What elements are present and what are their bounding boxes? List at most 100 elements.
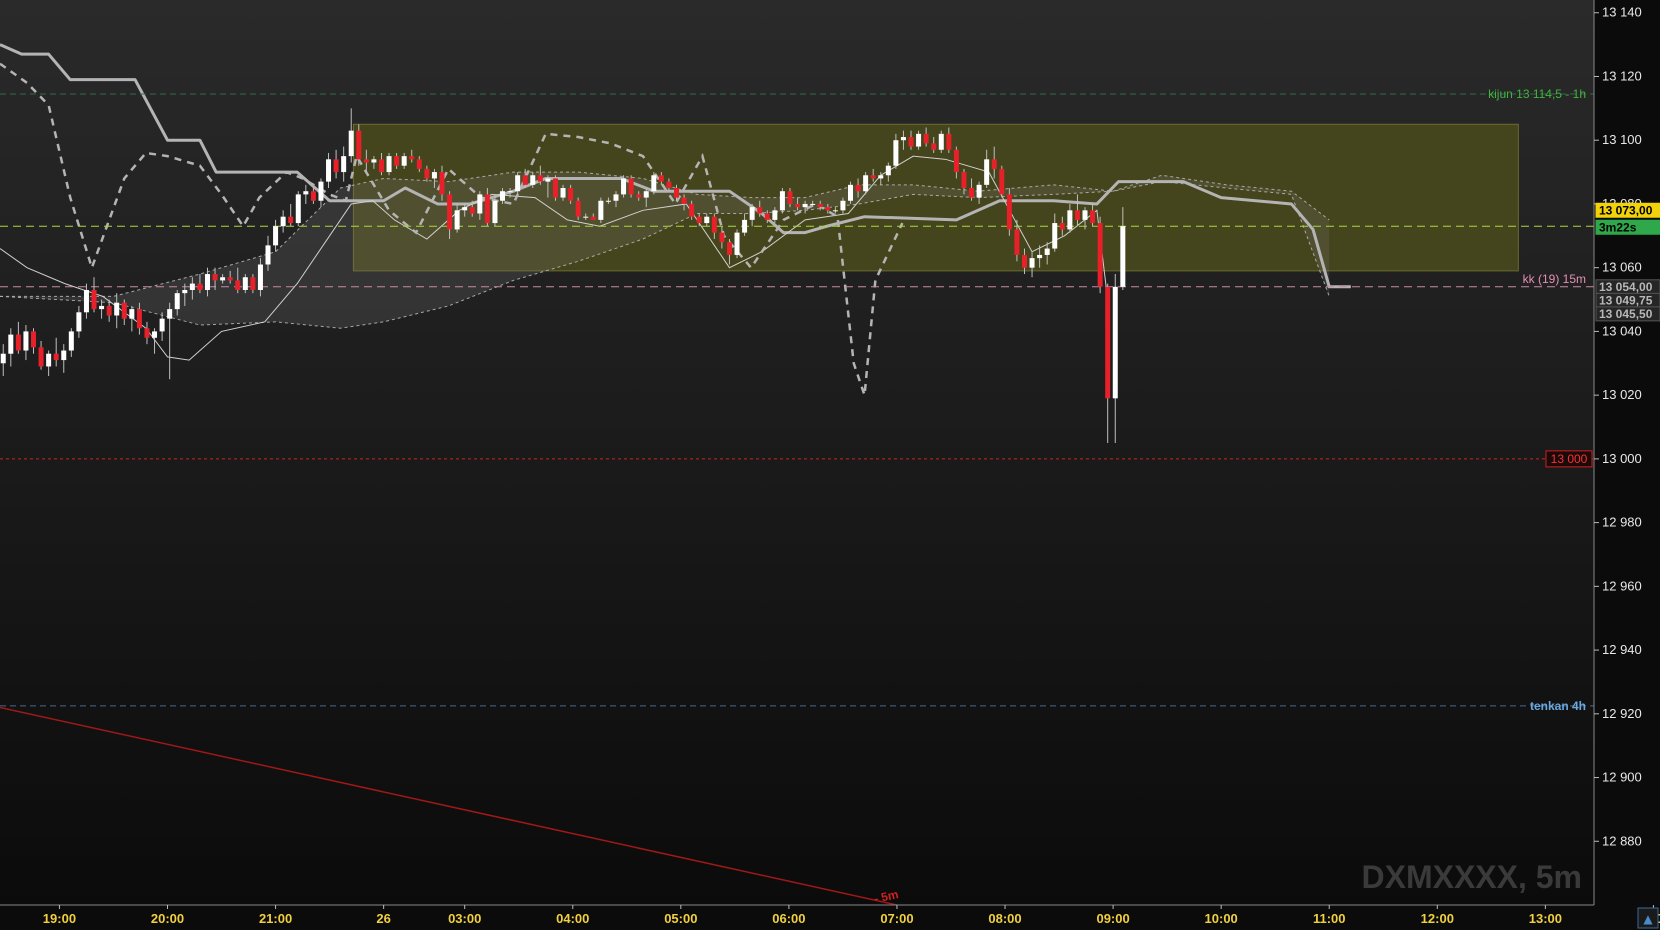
candle-body xyxy=(545,178,551,182)
candle-body xyxy=(197,283,203,290)
candle-body xyxy=(378,159,384,173)
candle-body xyxy=(1044,248,1050,255)
candle-body xyxy=(757,207,763,214)
tenkan-4h-label: tenkan 4h xyxy=(1530,699,1586,713)
candle-body xyxy=(15,334,21,351)
candle-body xyxy=(946,133,952,150)
candle-body xyxy=(636,194,642,198)
arrow-up-icon: ▲ xyxy=(1643,912,1653,926)
candle-body xyxy=(431,172,437,179)
x-tick-label: 07:00 xyxy=(880,911,913,926)
candle-body xyxy=(999,168,1005,195)
price-tag-label: 13 073,00 xyxy=(1599,203,1653,217)
candle xyxy=(938,130,944,153)
level-13000-label: 13 000 xyxy=(1551,452,1588,466)
candle-body xyxy=(106,305,112,316)
candle-body xyxy=(923,133,929,144)
candle-body xyxy=(590,216,596,220)
candle-body xyxy=(863,175,869,192)
candle-body xyxy=(734,232,740,255)
candle-body xyxy=(552,178,558,198)
candle-body xyxy=(605,200,611,202)
x-tick-label: 13:00 xyxy=(1529,911,1562,926)
candle-body xyxy=(83,289,89,313)
candle-body xyxy=(621,178,627,195)
y-tick-label: 12 900 xyxy=(1602,770,1642,785)
candle-body xyxy=(341,156,347,173)
candle-body xyxy=(969,188,975,198)
candle-body xyxy=(575,200,581,217)
candle-body xyxy=(189,283,195,290)
candle-body xyxy=(507,191,513,193)
price-tag-label: 13 054,00 xyxy=(1599,280,1653,294)
candle-body xyxy=(416,159,422,169)
candle xyxy=(734,229,740,259)
candle-body xyxy=(961,172,967,189)
candle-body xyxy=(832,210,838,212)
candle xyxy=(628,175,634,198)
candle-body xyxy=(439,172,445,195)
candle xyxy=(598,197,604,224)
candle xyxy=(515,172,521,195)
candle-body xyxy=(870,175,876,179)
candle-body xyxy=(991,159,997,169)
candle-body xyxy=(129,309,135,319)
corner-button[interactable]: ▲ xyxy=(1637,907,1659,929)
candle-body xyxy=(484,194,490,224)
y-tick-label: 12 880 xyxy=(1602,833,1642,848)
candle-body xyxy=(885,165,891,176)
candle xyxy=(552,175,558,201)
candle-body xyxy=(1120,226,1126,287)
candle-body xyxy=(212,274,218,281)
candle-body xyxy=(386,156,392,173)
candle-body xyxy=(878,175,884,179)
candle-body xyxy=(537,175,543,182)
candle xyxy=(847,181,853,204)
candle-body xyxy=(1082,210,1088,220)
candlestick-chart[interactable]: kijun 13 114,5 - 1h kk (19) 15m tenkan 4h 1… xyxy=(0,0,1660,930)
y-tick-label: 12 940 xyxy=(1602,642,1642,657)
candle-body xyxy=(704,216,710,224)
candle-body xyxy=(681,197,687,204)
candle-body xyxy=(220,277,226,281)
candle-body xyxy=(817,203,823,208)
candle-body xyxy=(1052,223,1058,249)
candle-body xyxy=(696,216,702,224)
candle xyxy=(621,175,627,198)
price-tag-label: 13 045,50 xyxy=(1599,307,1653,321)
candle-body xyxy=(515,175,521,192)
candle-body xyxy=(273,226,279,246)
candle-body xyxy=(976,184,982,198)
candle-body xyxy=(152,331,158,338)
candle xyxy=(863,172,869,195)
candle-body xyxy=(742,219,748,233)
candle-body xyxy=(492,200,498,224)
candle-body xyxy=(651,175,657,192)
x-tick-label: 09:00 xyxy=(1096,911,1129,926)
candle xyxy=(779,188,785,214)
x-tick-label: 21:00 xyxy=(259,911,292,926)
candle-body xyxy=(1067,210,1073,230)
candle-body xyxy=(674,188,680,198)
candle-body xyxy=(204,274,210,290)
y-tick-label: 13 000 xyxy=(1602,451,1642,466)
candle-body xyxy=(772,210,778,220)
candle-body xyxy=(265,245,271,265)
candle-body xyxy=(454,210,460,230)
y-tick-label: 12 920 xyxy=(1602,706,1642,721)
candle-body xyxy=(0,353,6,364)
kk-15m-label: kk (19) 15m xyxy=(1523,272,1586,286)
y-tick-label: 13 060 xyxy=(1602,260,1642,275)
candle-body xyxy=(159,318,165,332)
candle-body xyxy=(568,188,574,201)
candle-body xyxy=(1006,194,1012,230)
candle-body xyxy=(61,350,67,361)
candle-body xyxy=(522,175,528,185)
x-axis-panel xyxy=(0,905,1660,930)
candle-body xyxy=(333,159,339,173)
candle-body xyxy=(8,334,14,354)
x-tick-label: 06:00 xyxy=(772,911,805,926)
y-tick-label: 12 960 xyxy=(1602,578,1642,593)
candle-body xyxy=(810,203,816,205)
price-tag-label: 13 049,75 xyxy=(1599,293,1653,307)
